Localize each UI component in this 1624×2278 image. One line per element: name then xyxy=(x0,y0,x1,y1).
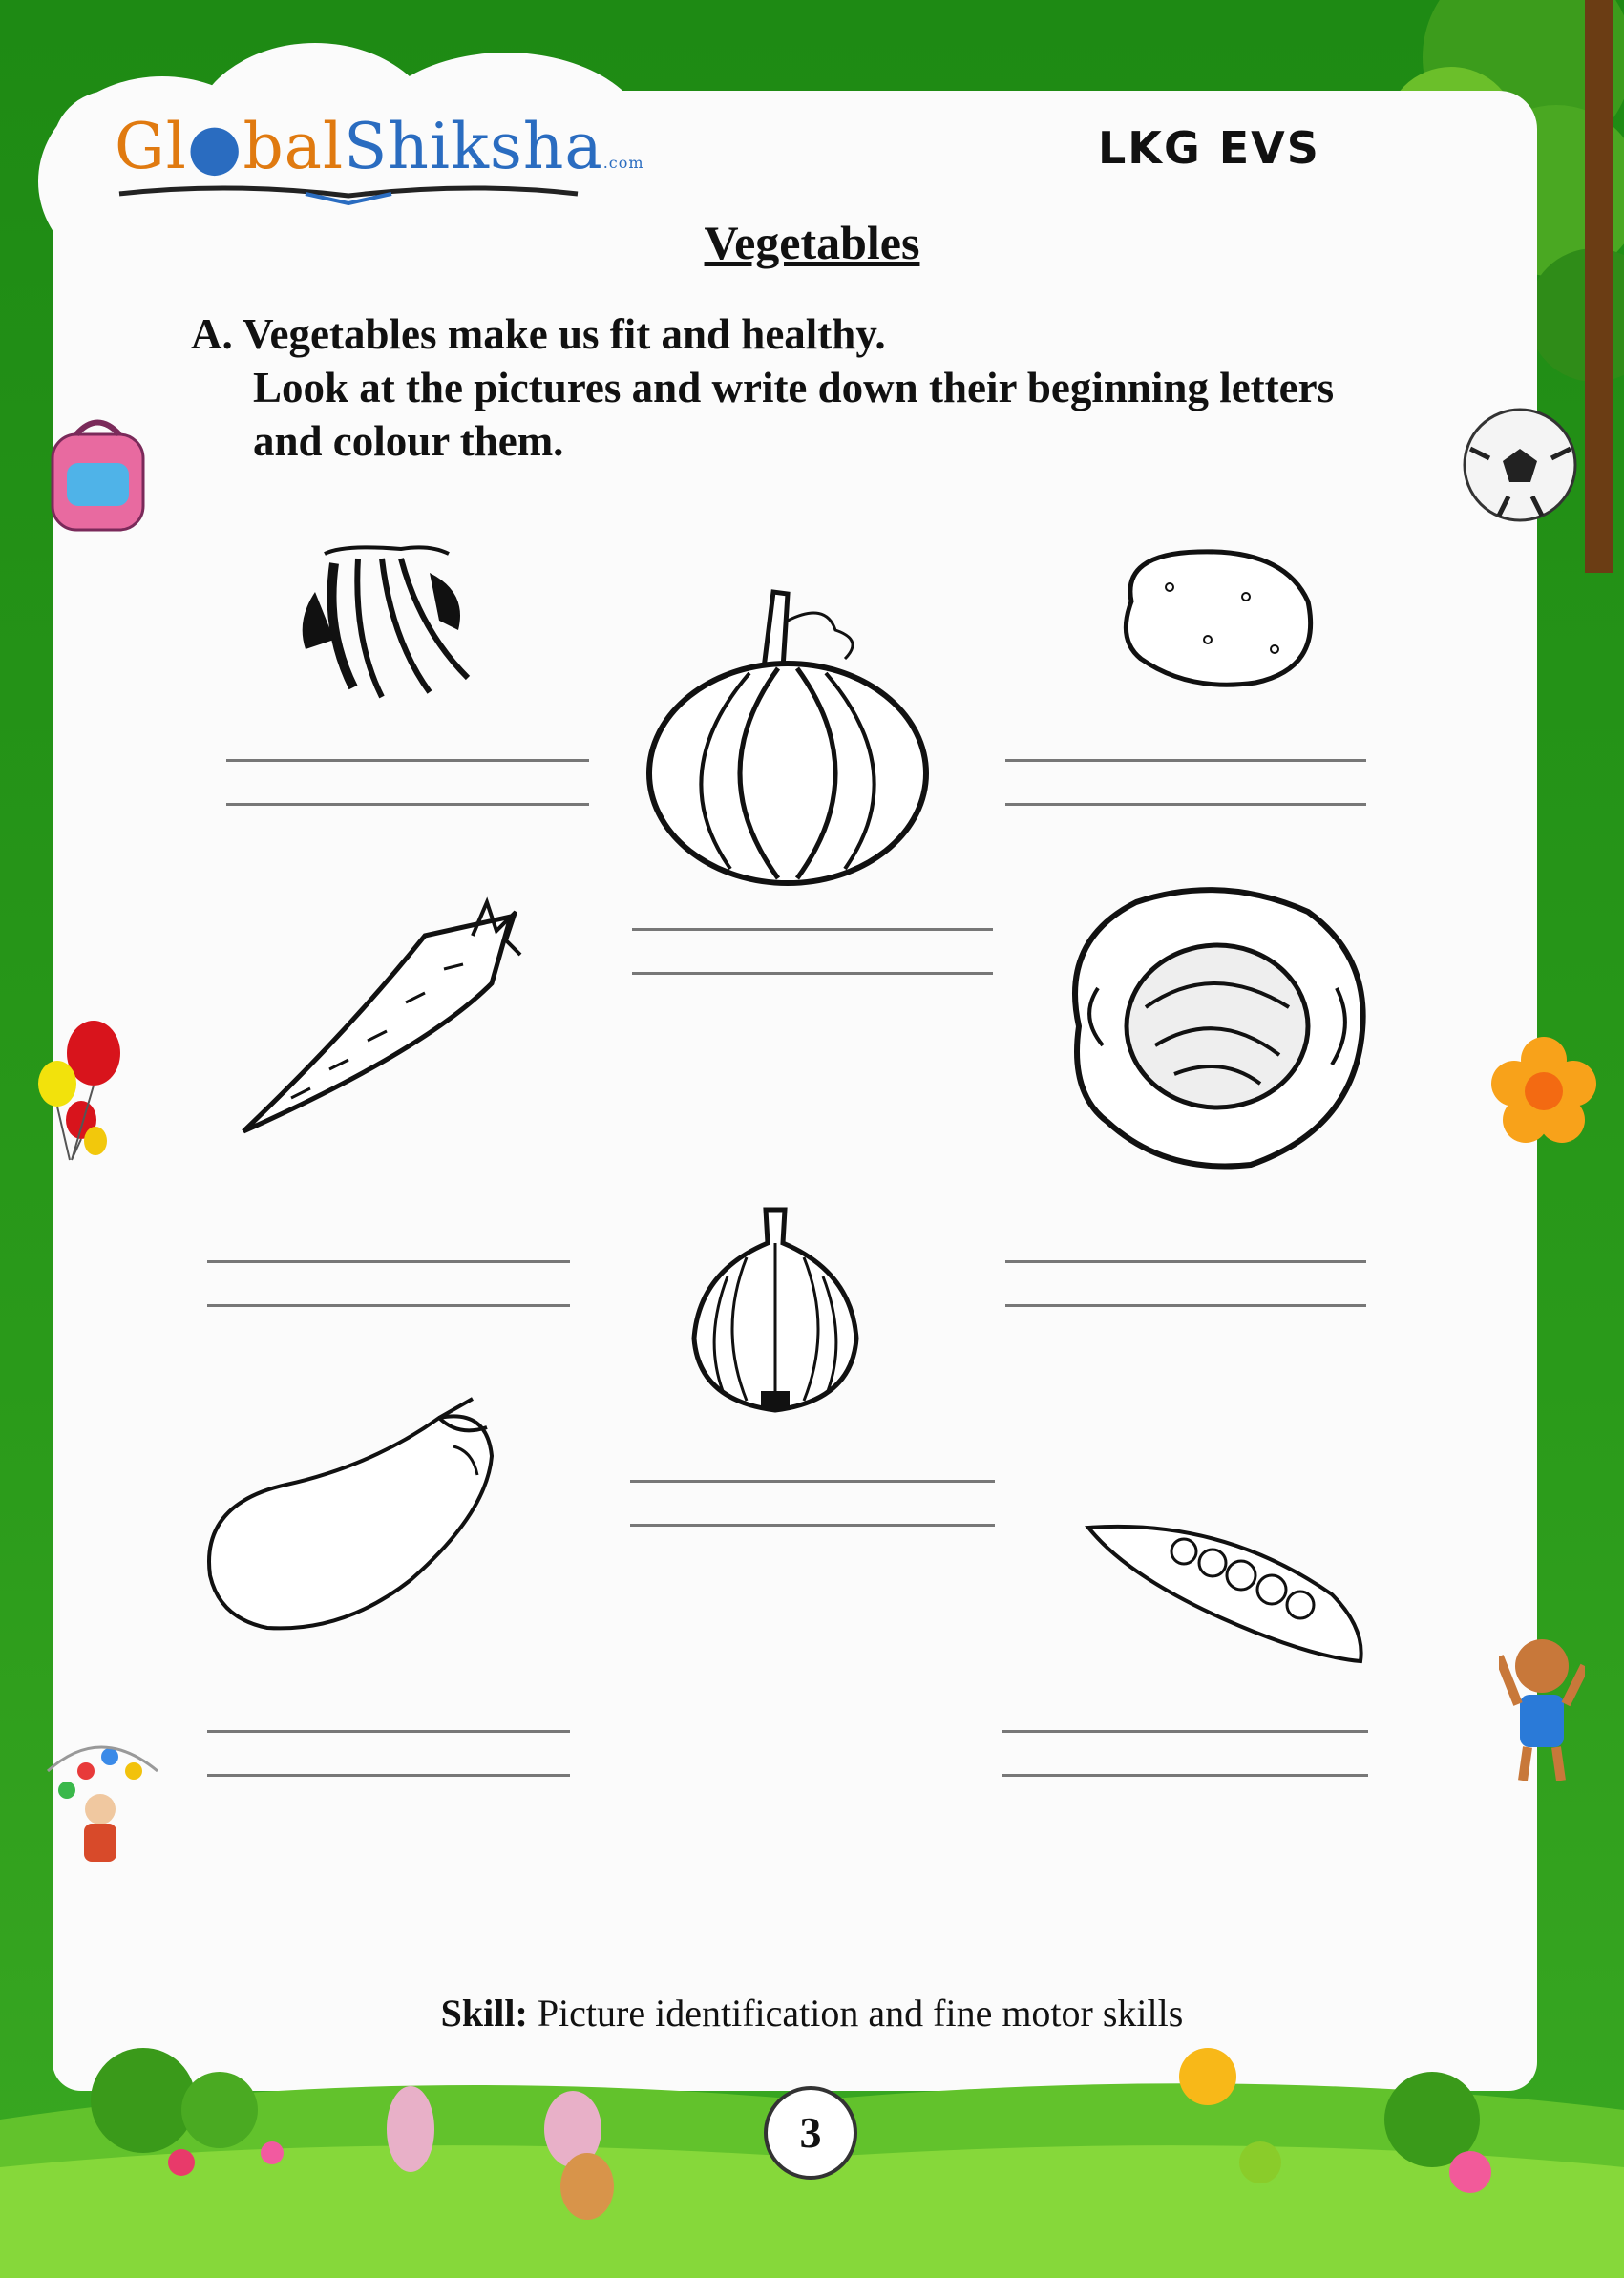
onion-image xyxy=(691,1207,859,1413)
skill-note: Skill: Picture identification and fine m… xyxy=(440,1992,1184,2035)
beans-image xyxy=(302,545,471,699)
writing-line[interactable] xyxy=(207,1260,570,1263)
cartoon-boy-icon xyxy=(1499,1639,1585,1781)
writing-line[interactable] xyxy=(207,1730,570,1733)
globalshiksha-logo: Gl●balShiksha.com xyxy=(115,110,644,183)
instruction-line-1: A. Vegetables make us fit and healthy. xyxy=(191,310,886,358)
worksheet-title: Vegetables xyxy=(704,216,920,269)
writing-line[interactable] xyxy=(207,1774,570,1777)
writing-line[interactable] xyxy=(1002,1730,1368,1733)
backpack-icon xyxy=(51,419,145,532)
cabbage-image xyxy=(1072,887,1366,1170)
instruction-line-3: and colour them. xyxy=(253,417,564,465)
balloons-icon xyxy=(38,1021,120,1161)
book-logo-icon xyxy=(118,185,579,205)
writing-line[interactable] xyxy=(1005,759,1366,762)
subject-label: LKG EVS xyxy=(1098,122,1320,174)
flower-icon xyxy=(1491,1037,1596,1143)
writing-line[interactable] xyxy=(1005,803,1366,806)
writing-line[interactable] xyxy=(632,928,993,931)
peas-image xyxy=(1085,1524,1363,1664)
football-icon xyxy=(1463,408,1577,522)
juggling-clown-icon xyxy=(46,1745,158,1862)
writing-line[interactable] xyxy=(1005,1304,1366,1307)
writing-line[interactable] xyxy=(630,1524,995,1527)
writing-line[interactable] xyxy=(207,1304,570,1307)
writing-line[interactable] xyxy=(1002,1774,1368,1777)
writing-line[interactable] xyxy=(632,972,993,975)
writing-line[interactable] xyxy=(630,1480,995,1483)
writing-line[interactable] xyxy=(226,803,589,806)
writing-line[interactable] xyxy=(1005,1260,1366,1263)
pumpkin-image xyxy=(646,589,929,886)
instructions: A. Vegetables make us fit and healthy. L… xyxy=(191,307,1334,468)
worksheet-page: Gl●balShiksha.com LKG EVS Vegetables A. … xyxy=(0,0,1624,2278)
instruction-line-2: Look at the pictures and write down thei… xyxy=(253,364,1335,411)
brinjal-image xyxy=(207,1397,495,1631)
potato-image xyxy=(1123,549,1314,687)
carrot-image xyxy=(242,896,522,1134)
writing-line[interactable] xyxy=(226,759,589,762)
page-number: 3 xyxy=(764,2086,857,2180)
